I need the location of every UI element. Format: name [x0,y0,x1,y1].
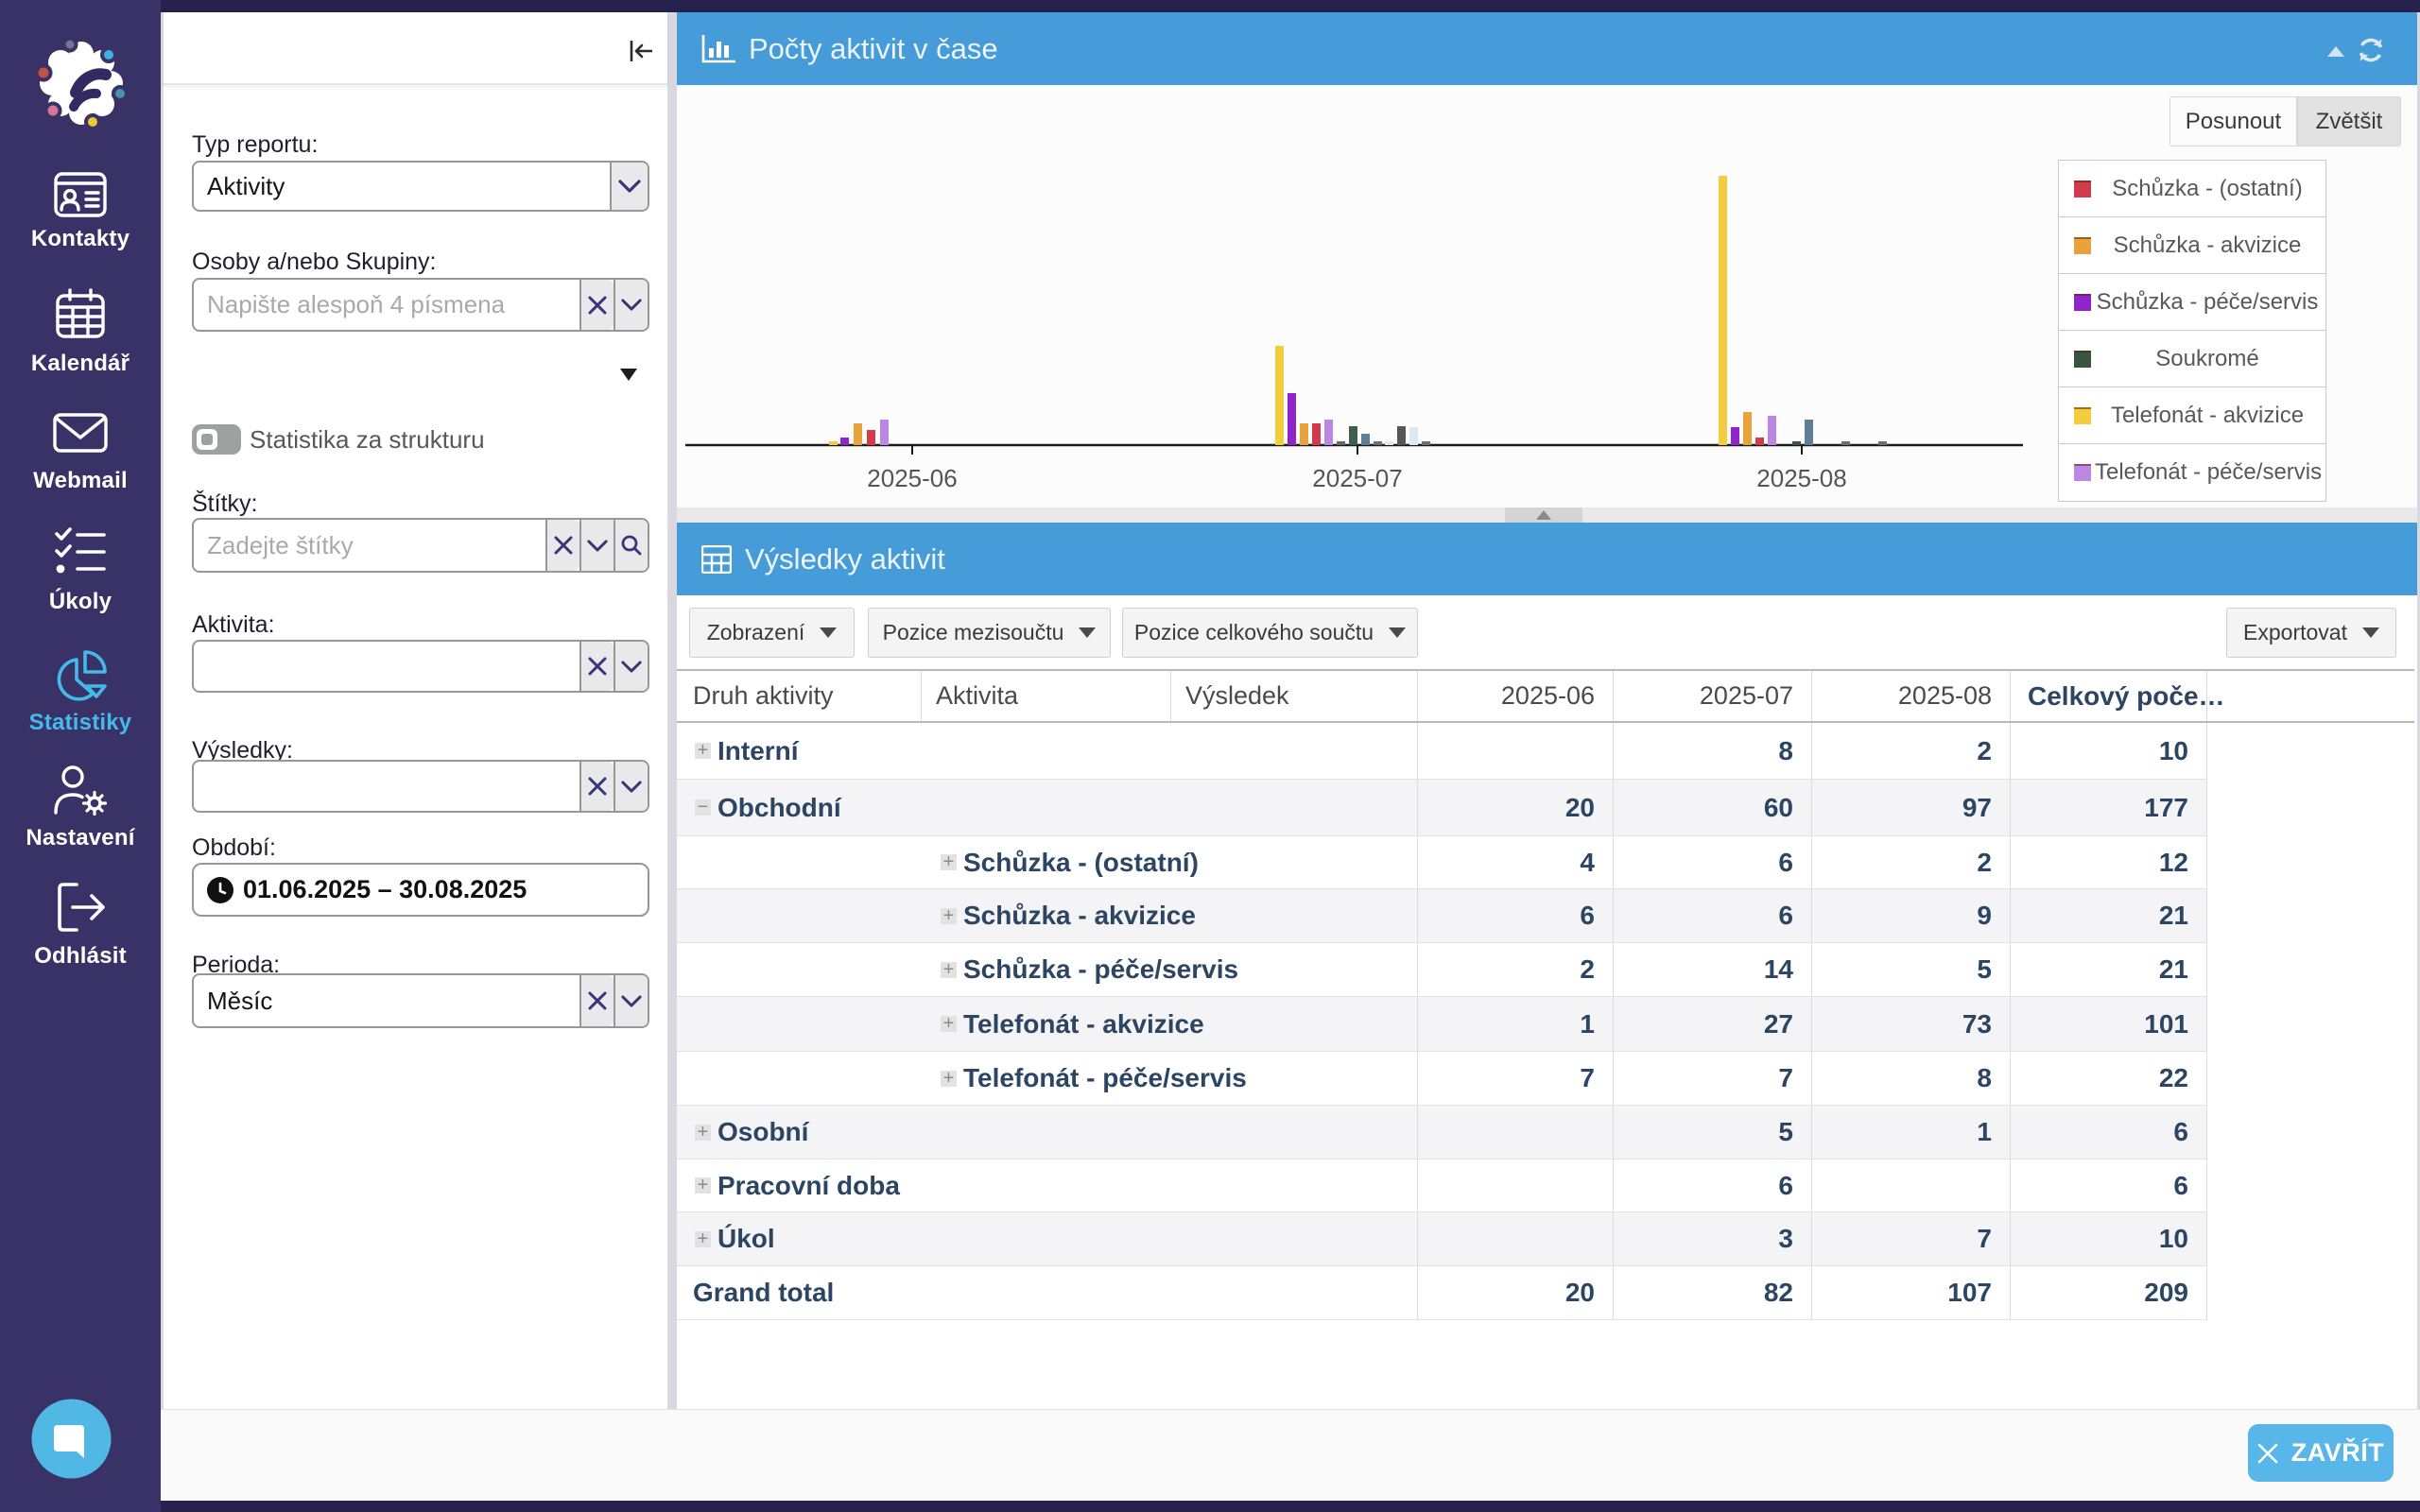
svg-text:2025-06: 2025-06 [867,464,957,492]
svg-text:2025-08: 2025-08 [1756,464,1846,492]
svg-text:2025-07: 2025-07 [1312,464,1402,492]
